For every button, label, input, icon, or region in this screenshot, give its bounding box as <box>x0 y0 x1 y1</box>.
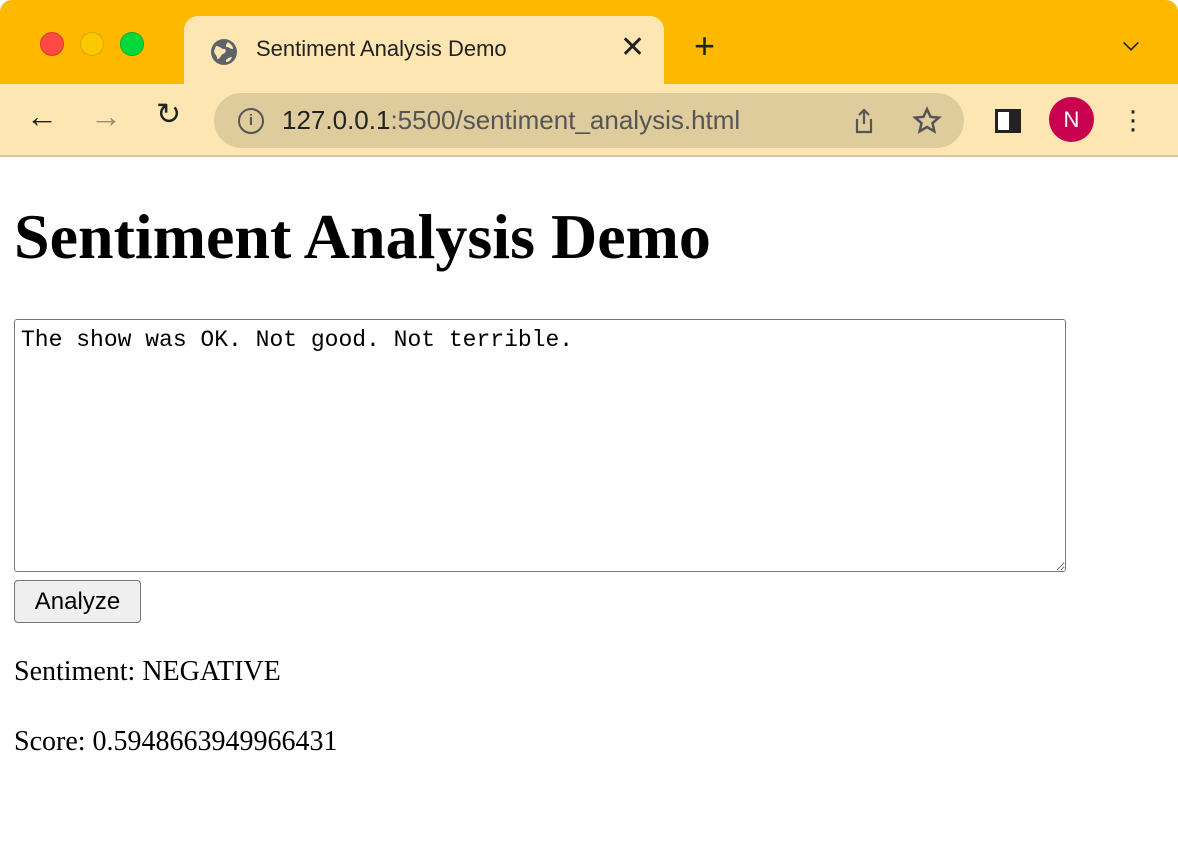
info-icon[interactable]: i <box>238 108 264 134</box>
browser-toolbar: ← → ↻ i 127.0.0.1:5500/sentiment_analysi… <box>0 84 1178 157</box>
sentiment-result: Sentiment: NEGATIVE <box>14 656 281 687</box>
chevron-down-icon[interactable] <box>1123 35 1139 51</box>
forward-icon[interactable]: → <box>90 100 122 132</box>
menu-icon[interactable]: · · · <box>1128 96 1138 144</box>
avatar[interactable]: N <box>1049 97 1094 142</box>
analyze-button[interactable]: Analyze <box>14 580 141 623</box>
share-icon[interactable] <box>852 107 876 135</box>
reload-icon[interactable]: ↻ <box>156 100 181 130</box>
globe-icon <box>211 39 237 65</box>
tab-title: Sentiment Analysis Demo <box>256 36 507 61</box>
browser-tab[interactable]: Sentiment Analysis Demo ✕ <box>184 16 664 84</box>
text-input[interactable]: The show was OK. Not good. Not terrible. <box>14 319 1066 572</box>
page-title: Sentiment Analysis Demo <box>14 201 711 272</box>
close-window-button[interactable] <box>40 32 64 56</box>
close-tab-icon[interactable]: ✕ <box>620 30 645 65</box>
url-path: :5500/sentiment_analysis.html <box>390 105 741 135</box>
maximize-window-button[interactable] <box>120 32 144 56</box>
minimize-window-button[interactable] <box>80 32 104 56</box>
star-icon[interactable] <box>912 106 942 136</box>
url-text[interactable]: 127.0.0.1:5500/sentiment_analysis.html <box>282 105 740 136</box>
url-host: 127.0.0.1 <box>282 105 391 135</box>
tab-strip: Sentiment Analysis Demo ✕ + <box>0 0 1178 84</box>
back-icon[interactable]: ← <box>26 100 58 132</box>
new-tab-icon[interactable]: + <box>694 28 715 64</box>
address-bar[interactable]: i 127.0.0.1:5500/sentiment_analysis.html <box>214 93 964 148</box>
score-result: Score: 0.5948663949966431 <box>14 726 338 757</box>
side-panel-icon[interactable] <box>995 109 1021 133</box>
